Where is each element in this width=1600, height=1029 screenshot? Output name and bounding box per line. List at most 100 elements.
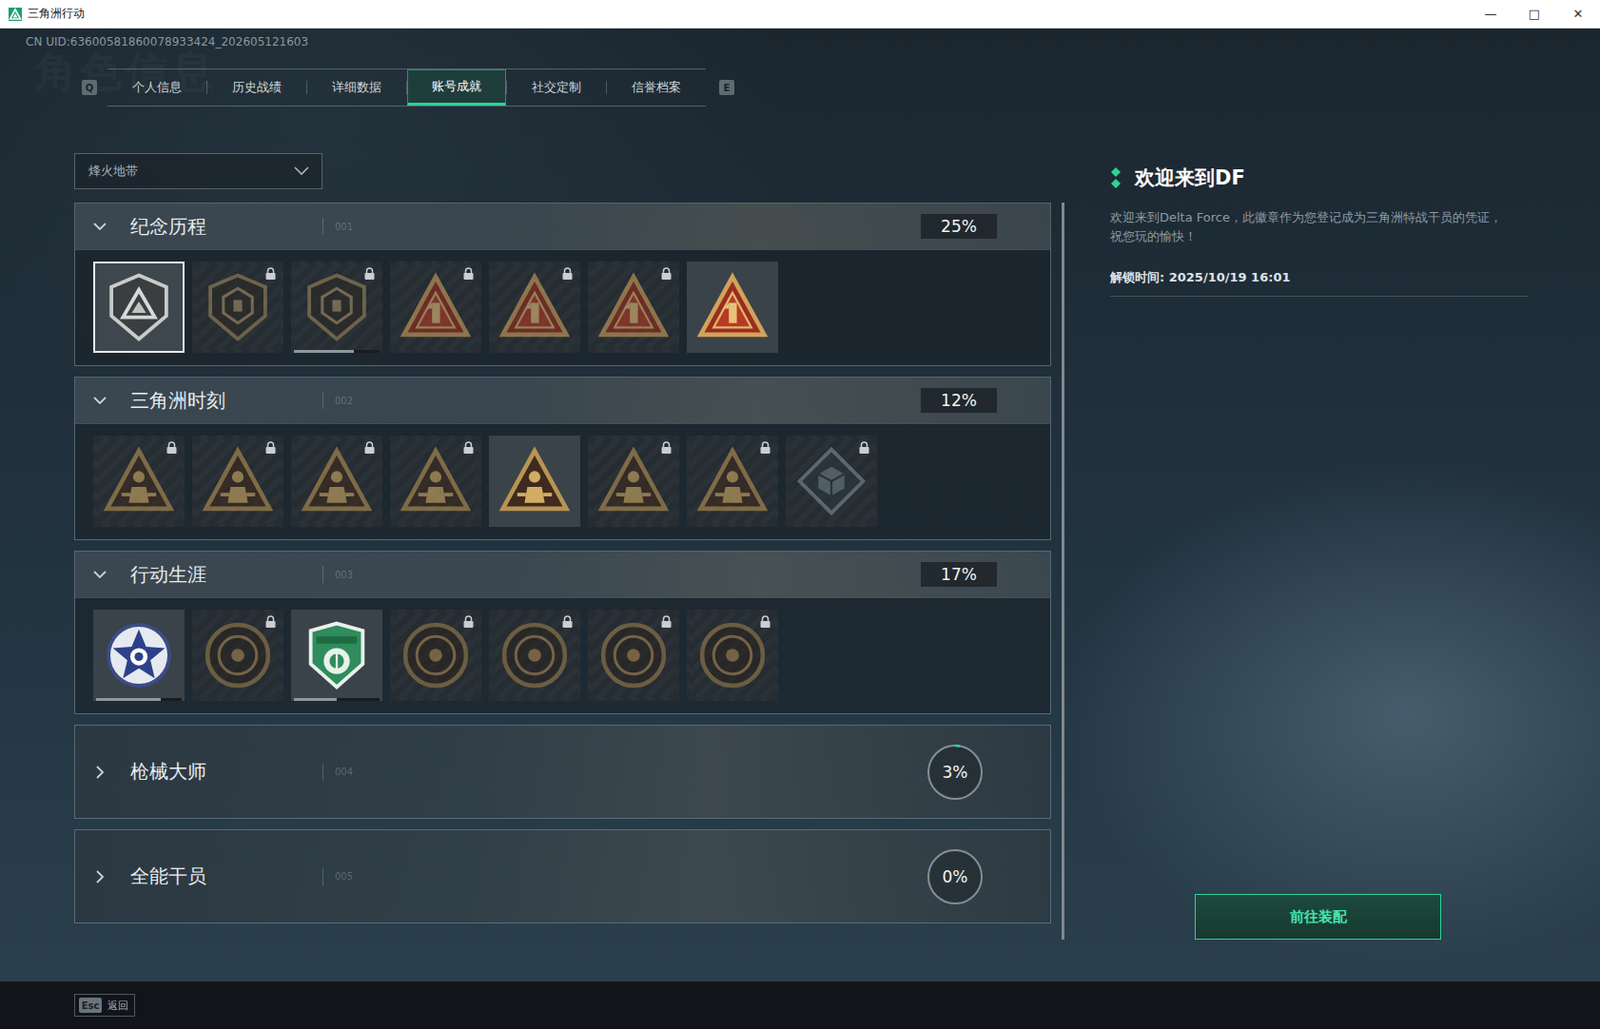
back-button[interactable]: Esc 返回: [74, 994, 136, 1017]
detail-description: 欢迎来到Delta Force，此徽章作为您登记成为三角洲特战干员的凭证，祝您玩…: [1110, 208, 1510, 247]
achievement-list: 烽火地带纪念历程00125%三角洲时刻00212%行动生涯00317%枪械大师0…: [74, 153, 1052, 982]
tab-row: Q 个人信息历史战绩详细数据账号成就社交定制信誉档案 E: [81, 67, 1600, 108]
maximize-button[interactable]: □: [1512, 0, 1557, 28]
window-title: 三角洲行动: [27, 5, 1469, 22]
achievement-badge[interactable]: [587, 261, 680, 353]
next-tab-key[interactable]: E: [719, 79, 735, 96]
achievement-section: 三角洲时刻00212%: [74, 376, 1052, 541]
badge-progress-track: [293, 698, 380, 702]
title-separator: [322, 565, 324, 584]
page-watermark: 角色信息: [34, 43, 217, 100]
diamond-badge-icon: [795, 445, 868, 518]
medal-star-badge-icon: [102, 619, 176, 692]
badge-progress-fill: [293, 698, 337, 702]
achievement-badge[interactable]: [192, 261, 284, 353]
section-header[interactable]: 全能干员0050%: [75, 830, 1051, 923]
title-separator: [322, 217, 324, 235]
app-logo-icon: [8, 7, 22, 21]
achievement-badge[interactable]: [291, 435, 383, 527]
tab[interactable]: 历史战绩: [207, 69, 307, 106]
tab[interactable]: 账号成就: [407, 69, 507, 106]
title-bar: 三角洲行动—□✕: [0, 0, 1600, 29]
content-row: 烽火地带纪念历程00125%三角洲时刻00212%行动生涯00317%枪械大师0…: [0, 153, 1600, 982]
shield-silver-badge-icon: [102, 271, 176, 344]
achievement-badge[interactable]: [390, 609, 482, 702]
equip-button[interactable]: 前往装配: [1194, 894, 1442, 940]
round-badge-icon: [597, 619, 670, 692]
lock-icon: [661, 441, 672, 454]
tab[interactable]: 社交定制: [507, 69, 606, 106]
achievement-badge[interactable]: [686, 435, 779, 527]
achievement-badge[interactable]: [587, 435, 680, 527]
section-number: 002: [334, 395, 353, 407]
lock-icon: [760, 615, 771, 628]
achievement-badge[interactable]: [93, 261, 185, 353]
section-number: 001: [334, 221, 353, 233]
section-number: 004: [334, 766, 353, 778]
close-button[interactable]: ✕: [1556, 0, 1600, 28]
chevron-right-icon: [90, 867, 110, 887]
achievement-section: 纪念历程 001 25%: [74, 202, 1052, 367]
section-header[interactable]: 纪念历程 001 25%: [75, 203, 1051, 250]
tab[interactable]: 详细数据: [307, 69, 407, 106]
achievement-badge[interactable]: [390, 435, 482, 527]
prev-tab-key[interactable]: Q: [81, 79, 98, 96]
achievement-badge[interactable]: [192, 435, 284, 527]
tab-separator: [506, 80, 508, 95]
lock-icon: [562, 615, 573, 628]
section-title: 纪念历程: [130, 214, 323, 240]
lock-icon: [265, 441, 276, 454]
badge-progress-fill: [96, 698, 161, 702]
achievement-badge[interactable]: [785, 435, 878, 527]
tab[interactable]: 个人信息: [107, 69, 207, 106]
section-header[interactable]: 行动生涯00317%: [75, 551, 1051, 598]
section-percent: 17%: [920, 562, 997, 587]
main-area: 角色信息CN UID:63600581860078933424_20260512…: [0, 28, 1600, 982]
lock-icon: [661, 267, 672, 280]
achievement-badge[interactable]: [291, 261, 383, 353]
lock-icon: [562, 267, 573, 280]
ring-percent: 3%: [942, 762, 969, 782]
triangle-red-badge-icon: [498, 271, 571, 344]
chevron-down-icon: [90, 565, 110, 585]
achievement-section: 枪械大师 004 3%: [74, 724, 1052, 820]
achievement-badge[interactable]: [488, 609, 581, 702]
section-header[interactable]: 枪械大师 004 3%: [75, 725, 1051, 819]
medal-green-badge-icon: [300, 619, 373, 692]
achievement-badge[interactable]: [93, 435, 185, 527]
achievement-badge[interactable]: [686, 609, 779, 702]
lock-icon: [760, 441, 771, 454]
section-header[interactable]: 三角洲时刻00212%: [75, 377, 1051, 424]
diamond-marker-icon: [1110, 167, 1122, 189]
title-separator: [322, 763, 324, 781]
shield-badge-icon: [300, 271, 373, 344]
section-number: 003: [334, 569, 353, 581]
section-percent: 25%: [920, 214, 997, 239]
progress-ring: 0%: [926, 848, 984, 906]
achievement-badge[interactable]: [93, 609, 185, 702]
achievement-badge[interactable]: [488, 261, 581, 353]
section-title: 枪械大师: [130, 759, 323, 785]
detail-panel: 欢迎来到DF欢迎来到Delta Force，此徽章作为您登记成为三角洲特战干员的…: [1110, 153, 1529, 940]
achievement-badge[interactable]: [390, 261, 482, 353]
achievement-badge[interactable]: [488, 435, 581, 527]
tab-separator: [206, 80, 208, 95]
achievement-badge[interactable]: [686, 261, 779, 353]
triangle-badge-icon: [399, 445, 472, 518]
section-number: 005: [334, 871, 353, 882]
back-label: 返回: [107, 998, 129, 1014]
tab[interactable]: 信誉档案: [606, 69, 706, 106]
mode-dropdown[interactable]: 烽火地带: [74, 153, 323, 190]
lock-icon: [265, 267, 276, 280]
badge-progress-fill: [293, 350, 354, 353]
achievement-badge[interactable]: [192, 609, 284, 702]
tab-separator: [605, 80, 607, 95]
achievement-badge[interactable]: [587, 609, 680, 702]
lock-icon: [661, 615, 672, 628]
chevron-down-icon: [292, 165, 311, 177]
minimize-button[interactable]: —: [1468, 0, 1513, 28]
achievement-badge[interactable]: [291, 609, 383, 702]
esc-key: Esc: [78, 997, 102, 1014]
section-percent: 12%: [920, 388, 997, 413]
scrollbar[interactable]: [1061, 202, 1065, 940]
